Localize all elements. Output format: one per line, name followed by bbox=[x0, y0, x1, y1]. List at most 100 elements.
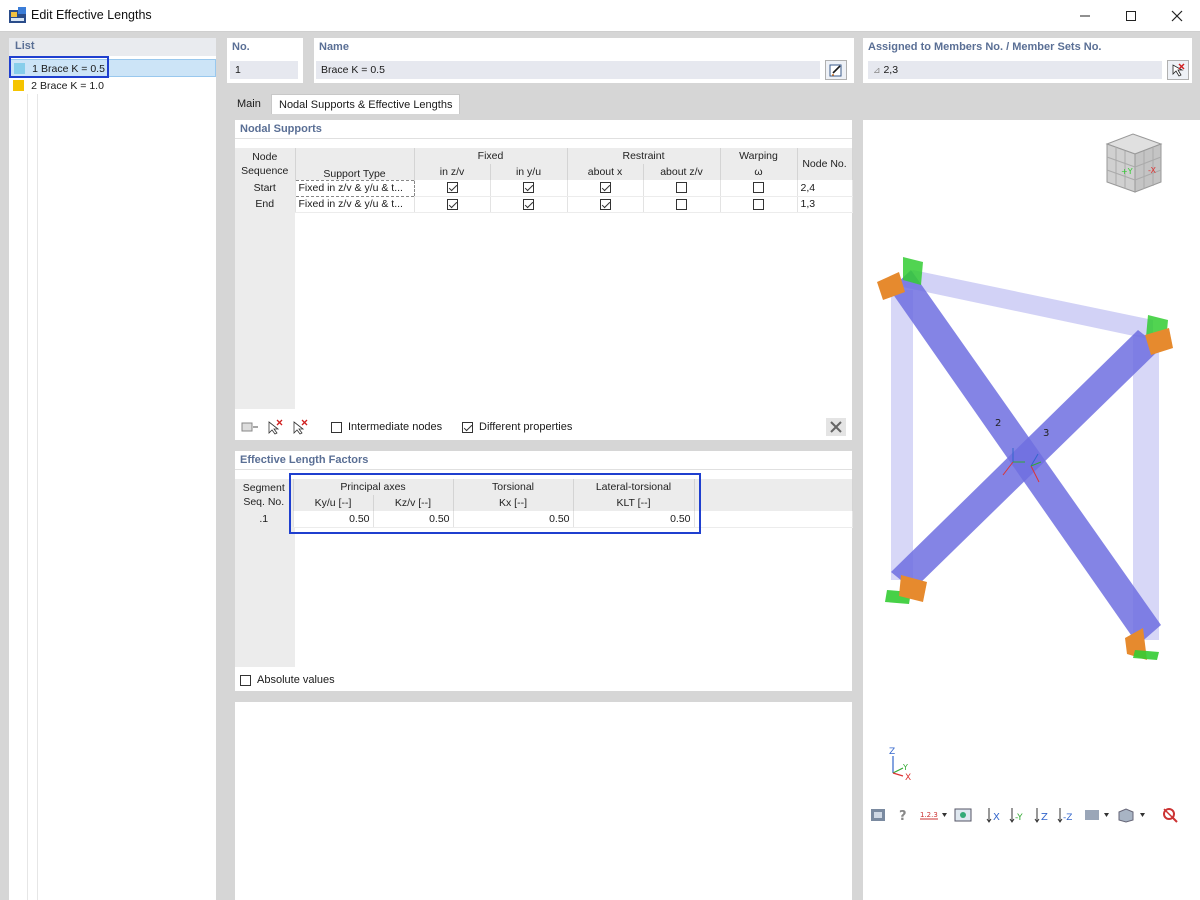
separator bbox=[235, 469, 852, 470]
tab-nodal-supports[interactable]: Nodal Supports & Effective Lengths bbox=[271, 94, 461, 114]
list-item-1[interactable]: 1 Brace K = 0.5 bbox=[9, 59, 216, 77]
col-segment: Segment Seq. No. bbox=[235, 479, 294, 511]
list-item-label: Brace K = 1.0 bbox=[40, 80, 104, 92]
col-empty bbox=[694, 479, 853, 511]
pick-node-alt-button[interactable] bbox=[290, 418, 310, 436]
view-neg-y-icon[interactable]: -Y bbox=[1007, 805, 1029, 825]
edit-icon bbox=[829, 64, 842, 77]
insert-row-button[interactable] bbox=[240, 418, 260, 436]
ky-cell[interactable]: 0.50 bbox=[293, 511, 374, 528]
absolute-values-checkbox[interactable] bbox=[240, 674, 251, 686]
brace-member-3[interactable] bbox=[891, 330, 1161, 590]
table-row: Start Fixed in z/v & y/u & t... 2,4 bbox=[235, 179, 853, 197]
info-icon[interactable]: ? bbox=[893, 805, 915, 825]
col-klt: KLT [--] bbox=[573, 495, 695, 511]
different-properties-label: Different properties bbox=[479, 421, 573, 433]
render-icon[interactable] bbox=[867, 805, 889, 825]
fixed-zv-checkbox[interactable] bbox=[446, 198, 458, 210]
no-label: No. bbox=[232, 41, 250, 53]
klt-cell[interactable]: 0.50 bbox=[573, 511, 695, 528]
view-z-icon[interactable]: Z bbox=[1031, 805, 1053, 825]
pick-members-button[interactable] bbox=[1167, 60, 1189, 80]
delete-button[interactable] bbox=[826, 418, 846, 436]
list-grid-line bbox=[27, 94, 28, 900]
fixed-zv-checkbox[interactable] bbox=[446, 182, 458, 194]
fixed-yu-checkbox[interactable] bbox=[523, 198, 534, 210]
about-zv-checkbox[interactable] bbox=[676, 182, 687, 194]
nodal-supports-title: Nodal Supports bbox=[240, 123, 322, 135]
minimize-button[interactable] bbox=[1062, 0, 1108, 32]
intermediate-nodes-checkbox[interactable] bbox=[331, 421, 342, 433]
nodal-supports-table: Node Sequence Support Type Fixed Restrai… bbox=[235, 148, 853, 213]
effective-lengths-section: Effective Length Factors Segment Seq. No… bbox=[235, 451, 853, 691]
reset-icon[interactable] bbox=[1159, 805, 1181, 825]
view-cube-icon[interactable]: +Y -X bbox=[1105, 133, 1163, 193]
segment-seq: .1 bbox=[235, 511, 294, 528]
pick-node-alt-icon bbox=[293, 419, 308, 435]
kx-cell[interactable]: 0.50 bbox=[453, 511, 574, 528]
about-x-cell[interactable] bbox=[567, 196, 644, 213]
list-panel: List 1 Brace K = 0.5 2 Brace K = 1.0 bbox=[9, 38, 216, 900]
list-grid-line bbox=[37, 94, 38, 900]
view-icon[interactable] bbox=[952, 805, 974, 825]
node-no-cell[interactable]: 2,4 bbox=[797, 180, 853, 197]
insert-row-icon bbox=[241, 422, 258, 432]
different-properties-option[interactable]: Different properties bbox=[462, 421, 572, 433]
frame-member bbox=[891, 290, 913, 580]
name-field[interactable]: Brace K = 0.5 bbox=[316, 61, 820, 79]
warping-checkbox[interactable] bbox=[753, 198, 765, 210]
fixed-yu-cell[interactable] bbox=[490, 196, 568, 213]
pick-node-button[interactable] bbox=[265, 418, 285, 436]
node-no-cell[interactable]: 1,3 bbox=[797, 196, 853, 213]
assigned-field[interactable]: ⊿ 2,3 bbox=[868, 61, 1162, 79]
about-x-checkbox[interactable] bbox=[599, 182, 611, 194]
view-x-icon[interactable]: X bbox=[983, 805, 1005, 825]
assigned-box: Assigned to Members No. / Member Sets No… bbox=[863, 38, 1192, 83]
intermediate-nodes-option[interactable]: Intermediate nodes bbox=[331, 421, 442, 433]
about-zv-cell[interactable] bbox=[643, 180, 721, 197]
warping-cell[interactable] bbox=[720, 196, 798, 213]
absolute-values-option[interactable]: Absolute values bbox=[240, 674, 335, 686]
col-group-lateral-torsional: Lateral-torsional bbox=[573, 479, 695, 495]
display-icon[interactable] bbox=[1081, 805, 1113, 825]
fixed-yu-checkbox[interactable] bbox=[523, 182, 534, 194]
no-field[interactable]: 1 bbox=[230, 61, 298, 79]
list-item-2[interactable]: 2 Brace K = 1.0 bbox=[9, 77, 216, 95]
svg-text:X: X bbox=[993, 812, 1000, 823]
support-type-cell[interactable]: Fixed in z/v & y/u & t... bbox=[295, 196, 415, 213]
warping-cell[interactable] bbox=[720, 180, 798, 197]
col-group-warping: Warping bbox=[720, 148, 798, 164]
fixed-zv-cell[interactable] bbox=[414, 196, 491, 213]
about-x-checkbox[interactable] bbox=[599, 198, 611, 210]
different-properties-checkbox[interactable] bbox=[462, 421, 473, 433]
tab-main[interactable]: Main bbox=[230, 94, 268, 114]
row-sequence: End bbox=[235, 196, 296, 213]
svg-text:1.2.3: 1.2.3 bbox=[920, 811, 938, 819]
support-type-cell[interactable]: Fixed in z/v & y/u & t... bbox=[294, 179, 415, 197]
fixed-yu-cell[interactable] bbox=[490, 180, 568, 197]
axis-label-x: X bbox=[905, 773, 911, 783]
nodal-supports-section: Nodal Supports Node Sequence Support Typ… bbox=[235, 120, 853, 440]
member-icon: ⊿ bbox=[873, 65, 881, 75]
numbering-icon[interactable]: 1.2.3 bbox=[917, 805, 949, 825]
about-x-cell[interactable] bbox=[567, 180, 644, 197]
about-zv-cell[interactable] bbox=[643, 196, 721, 213]
close-button[interactable] bbox=[1154, 0, 1200, 32]
warping-checkbox[interactable] bbox=[753, 182, 765, 194]
intermediate-nodes-label: Intermediate nodes bbox=[348, 421, 443, 433]
col-kz: Kz/v [--] bbox=[373, 495, 454, 511]
effective-length-table: Segment Seq. No. Principal axes Torsiona… bbox=[235, 479, 853, 528]
model-3d-view[interactable]: +Y -X 2 3 Z Y X bbox=[863, 120, 1200, 900]
title-bar: Edit Effective Lengths bbox=[0, 0, 1200, 32]
about-zv-checkbox[interactable] bbox=[676, 198, 687, 210]
fixed-zv-cell[interactable] bbox=[414, 180, 491, 197]
view-neg-z-icon[interactable]: -Z bbox=[1055, 805, 1077, 825]
iso-icon[interactable] bbox=[1115, 805, 1149, 825]
maximize-button[interactable] bbox=[1108, 0, 1154, 32]
edit-name-button[interactable] bbox=[825, 60, 847, 80]
close-icon bbox=[1171, 10, 1183, 22]
col-group-principal-axes: Principal axes bbox=[293, 479, 454, 495]
svg-text:-X: -X bbox=[1148, 166, 1156, 175]
kz-cell[interactable]: 0.50 bbox=[373, 511, 454, 528]
col-group-restraint: Restraint bbox=[567, 148, 721, 164]
